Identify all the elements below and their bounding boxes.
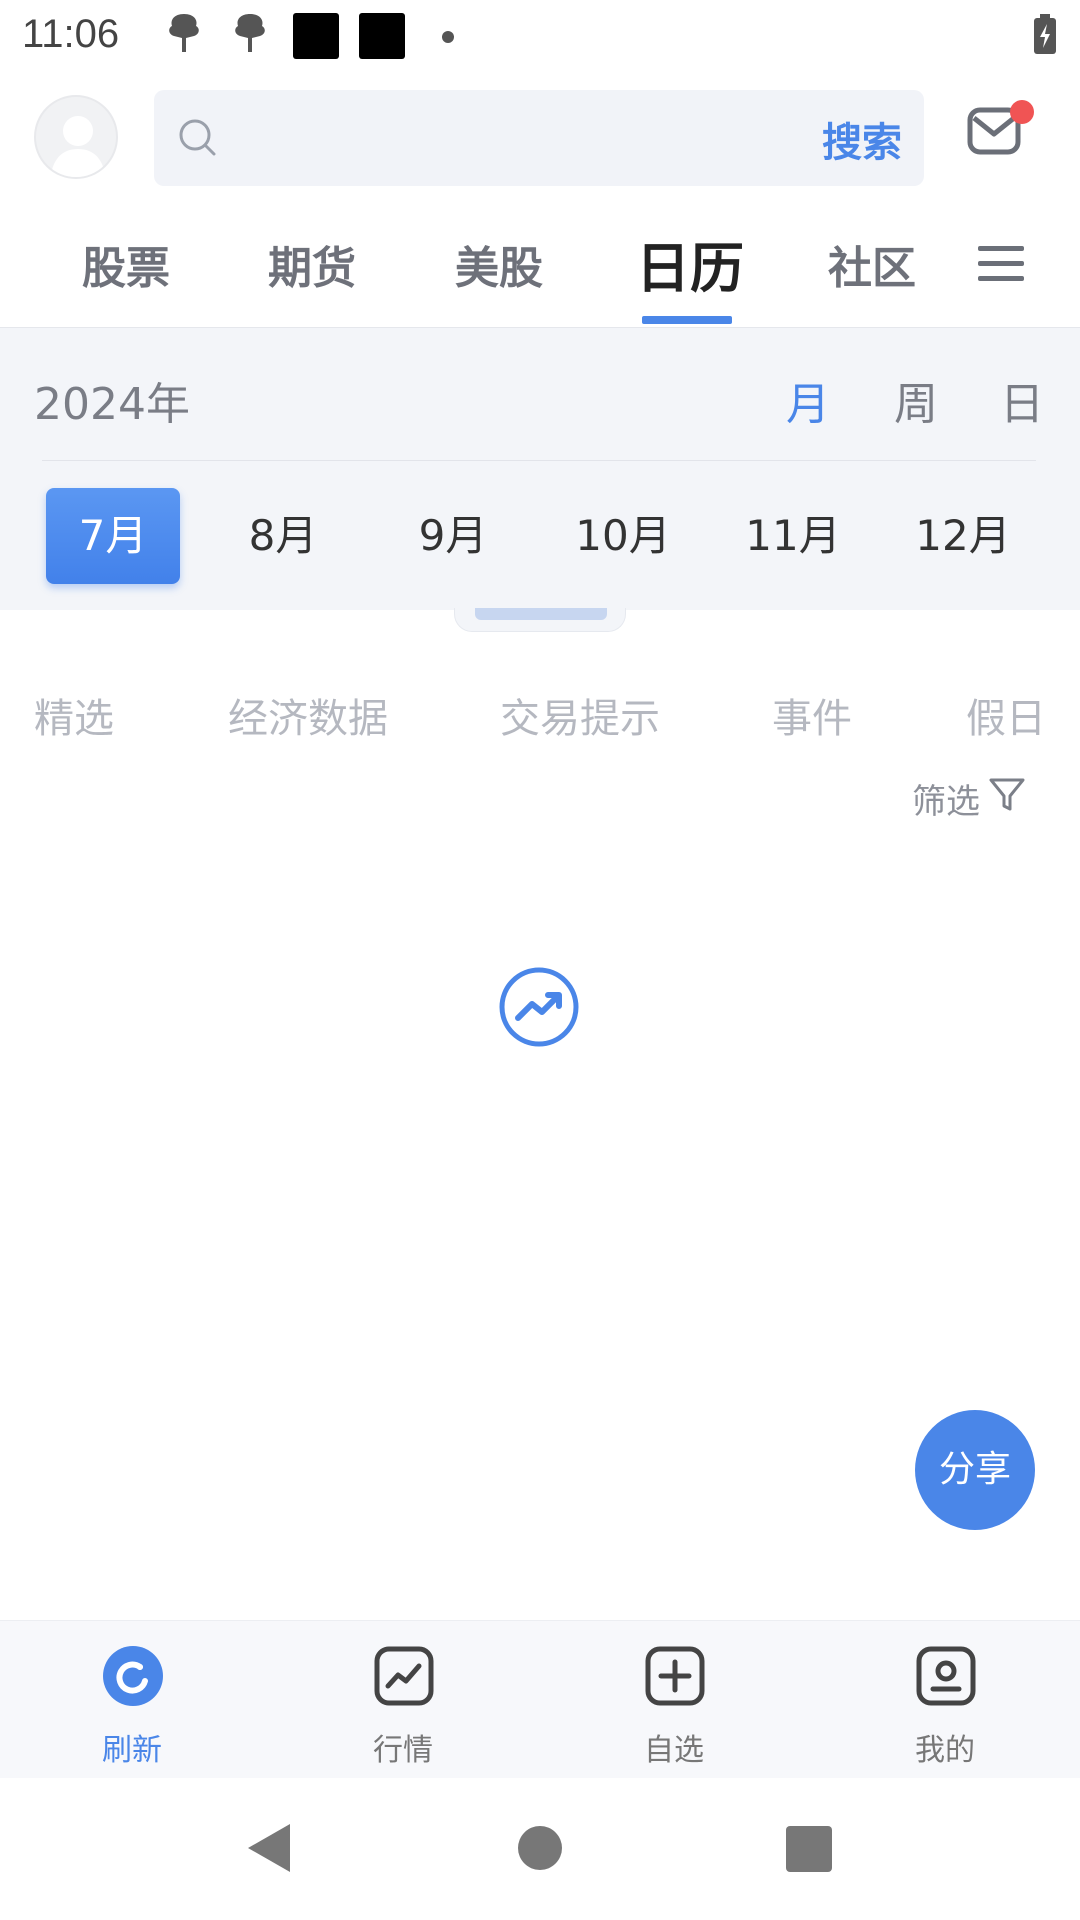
expand-handle[interactable] <box>454 608 626 632</box>
search-input[interactable] <box>234 110 734 166</box>
profile-icon <box>916 1646 976 1706</box>
search-button[interactable]: 搜索 <box>822 110 902 168</box>
refresh-icon <box>103 1646 163 1706</box>
month-item[interactable]: 8月 <box>216 488 350 584</box>
messages-button[interactable] <box>966 100 1034 164</box>
category-holidays[interactable]: 假日 <box>966 686 1046 744</box>
month-item[interactable]: 9月 <box>386 488 520 584</box>
nav-profile[interactable]: 我的 <box>845 1621 1045 1779</box>
handle-bar <box>475 608 607 620</box>
month-item[interactable]: 12月 <box>896 488 1030 584</box>
filter-button[interactable]: 筛选 <box>912 774 980 823</box>
mode-day[interactable]: 日 <box>1000 368 1044 432</box>
category-events[interactable]: 事件 <box>772 686 852 744</box>
battery-icon <box>1034 14 1056 54</box>
mode-month[interactable]: 月 <box>786 368 830 432</box>
filter-icon[interactable] <box>988 776 1026 814</box>
year-label[interactable]: 2024年 <box>34 368 190 432</box>
nav-watchlist[interactable]: 自选 <box>574 1621 774 1779</box>
menu-icon[interactable] <box>978 244 1024 284</box>
notification-square-icon <box>293 13 339 59</box>
trend-loading-icon <box>499 967 579 1047</box>
nav-market[interactable]: 行情 <box>303 1621 503 1779</box>
more-notifications-icon <box>442 31 454 43</box>
tab-calendar[interactable]: 日历 <box>636 224 744 303</box>
divider <box>42 460 1036 461</box>
chart-icon <box>374 1646 434 1706</box>
search-icon <box>179 119 216 156</box>
nav-label: 刷新 <box>102 1733 162 1768</box>
share-button[interactable]: 分享 <box>915 1410 1035 1530</box>
nav-label: 行情 <box>373 1733 433 1768</box>
top-tabs: 股票 期货 美股 日历 社区 <box>0 220 1080 328</box>
recent-apps-icon[interactable] <box>786 1826 832 1872</box>
calendar-header: 2024年 月 周 日 7月 8月 9月 10月 11月 12月 <box>0 328 1080 610</box>
bottom-nav: 刷新 行情 自选 我的 <box>0 1620 1080 1778</box>
category-featured[interactable]: 精选 <box>34 686 114 744</box>
notification-icon <box>169 14 199 52</box>
unread-badge <box>1010 100 1034 124</box>
mode-week[interactable]: 周 <box>894 368 938 432</box>
active-tab-indicator <box>642 316 732 324</box>
nav-label: 我的 <box>915 1733 975 1768</box>
tab-futures[interactable]: 期货 <box>268 232 356 296</box>
notification-square-icon <box>359 13 405 59</box>
system-nav-bar <box>0 1778 1080 1920</box>
user-silhouette-icon <box>50 116 106 177</box>
notification-icon <box>235 14 265 52</box>
tab-us-stocks[interactable]: 美股 <box>455 232 543 296</box>
category-economic-data[interactable]: 经济数据 <box>228 686 388 744</box>
tab-stocks[interactable]: 股票 <box>82 232 170 296</box>
home-icon[interactable] <box>518 1826 562 1870</box>
status-bar: 11:06 <box>0 0 1080 72</box>
search-bar[interactable]: 搜索 <box>154 90 924 186</box>
add-icon <box>645 1646 705 1706</box>
category-trading-tips[interactable]: 交易提示 <box>500 686 660 744</box>
tab-community[interactable]: 社区 <box>828 232 916 296</box>
month-item[interactable]: 10月 <box>556 488 690 584</box>
month-item[interactable]: 11月 <box>726 488 860 584</box>
status-time: 11:06 <box>22 12 120 56</box>
nav-label: 自选 <box>644 1733 704 1768</box>
back-icon[interactable] <box>244 1822 292 1874</box>
nav-refresh[interactable]: 刷新 <box>32 1621 232 1779</box>
month-item[interactable]: 7月 <box>46 488 180 584</box>
avatar[interactable] <box>34 95 118 179</box>
